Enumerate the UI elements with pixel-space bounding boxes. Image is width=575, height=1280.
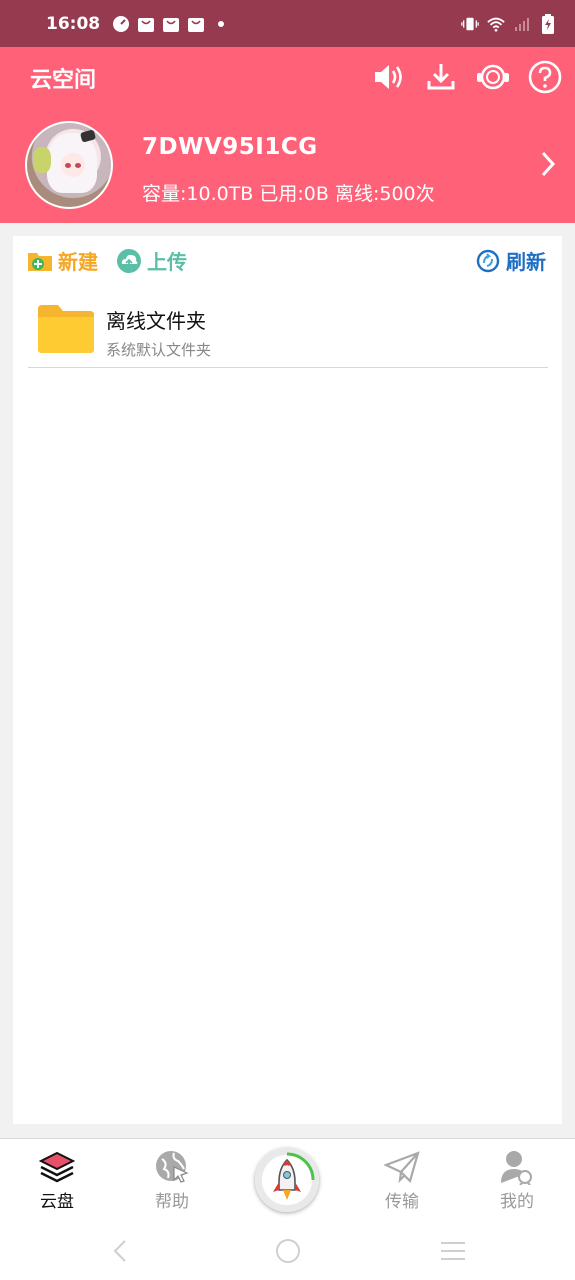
new-folder-label: 新建 <box>58 250 98 274</box>
nav-mine[interactable]: 我的 <box>472 1149 562 1212</box>
file-name: 离线文件夹 <box>106 309 206 333</box>
file-description: 系统默认文件夹 <box>106 341 212 359</box>
upload-button[interactable]: 上传 <box>116 246 187 275</box>
file-toolbar: 新建 上传 刷新 <box>13 236 562 286</box>
avatar[interactable] <box>25 121 113 209</box>
speaker-icon[interactable] <box>370 59 406 95</box>
back-icon[interactable] <box>106 1236 136 1266</box>
chevron-right-icon[interactable] <box>537 149 559 179</box>
nav-cloud-disk[interactable]: 云盘 <box>12 1149 102 1212</box>
dot-icon <box>212 15 230 33</box>
bottom-nav: 云盘 帮助 传输 我的 <box>0 1138 575 1218</box>
refresh-label: 刷新 <box>506 250 546 274</box>
shopping-bag-icon <box>162 15 180 33</box>
status-time: 16:08 <box>46 13 101 34</box>
shopping-bag-icon <box>187 15 205 33</box>
upload-label: 上传 <box>147 250 187 274</box>
headset-icon[interactable] <box>475 59 511 95</box>
refresh-button[interactable]: 刷新 <box>475 246 546 275</box>
home-icon[interactable] <box>273 1236 303 1266</box>
rocket-button[interactable] <box>255 1148 319 1212</box>
status-bar: 16:08 <box>0 0 575 47</box>
folder-icon <box>36 303 96 355</box>
nav-label: 帮助 <box>155 1192 189 1212</box>
wifi-icon <box>487 15 505 33</box>
shopping-bag-icon <box>137 15 155 33</box>
gauge-icon <box>112 15 130 33</box>
new-folder-icon <box>27 248 53 274</box>
file-list-card: 新建 上传 刷新 离线文件夹 系统默认文件夹 <box>13 236 562 1124</box>
user-badge-icon <box>497 1149 537 1185</box>
new-folder-button[interactable]: 新建 <box>27 246 98 275</box>
page-title: 云空间 <box>30 68 97 93</box>
refresh-icon <box>475 248 501 274</box>
system-nav-bar <box>0 1218 575 1280</box>
paper-plane-icon <box>382 1149 422 1185</box>
nav-label: 传输 <box>385 1192 419 1212</box>
username: 7DWV95I1CG <box>142 134 318 160</box>
nav-label: 我的 <box>500 1192 534 1212</box>
profile-header: 云空间 7DWV95I1CG 容量:10.0TB 已用:0B 离线:500次 <box>0 47 575 223</box>
list-item[interactable]: 离线文件夹 系统默认文件夹 <box>28 294 548 368</box>
nav-help[interactable]: 帮助 <box>127 1149 217 1212</box>
battery-charging-icon <box>539 13 557 34</box>
storage-stats: 容量:10.0TB 已用:0B 离线:500次 <box>142 183 435 205</box>
nav-transfer[interactable]: 传输 <box>357 1149 447 1212</box>
download-icon[interactable] <box>423 59 459 95</box>
menu-icon[interactable] <box>438 1236 468 1266</box>
layers-icon <box>37 1149 77 1185</box>
signal-icon <box>513 15 531 33</box>
globe-cursor-icon <box>152 1149 192 1185</box>
nav-label: 云盘 <box>40 1192 74 1212</box>
cloud-upload-icon <box>116 248 142 274</box>
rocket-icon <box>273 1152 315 1200</box>
vibrate-icon <box>461 15 479 33</box>
help-icon[interactable] <box>527 59 563 95</box>
